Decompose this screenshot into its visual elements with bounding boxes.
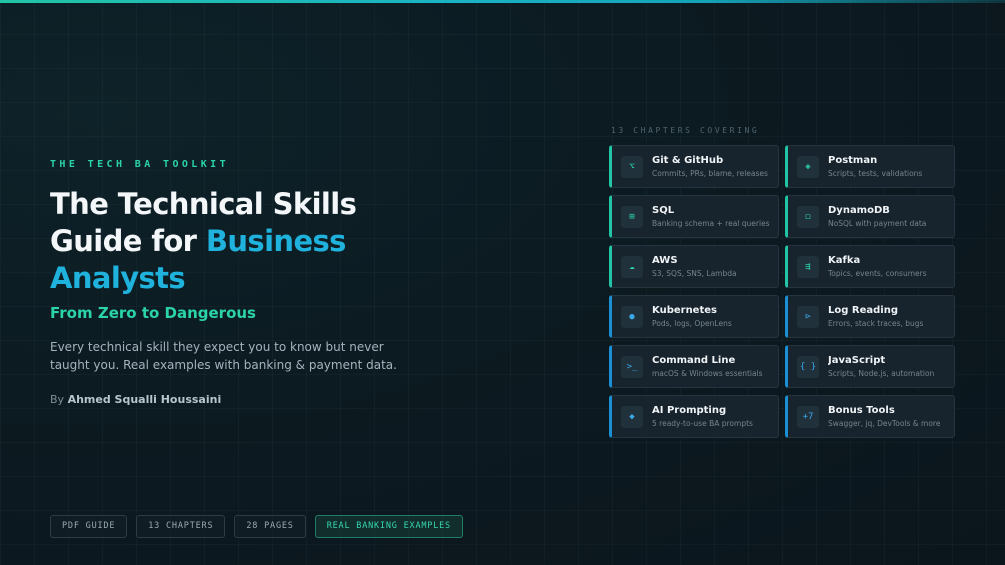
- chapter-title: AI Prompting: [652, 405, 727, 416]
- tag-real-banking-examples: REAL BANKING EXAMPLES: [314, 515, 463, 538]
- chapter-card-bonus-tools[interactable]: +7 Bonus Tools Swagger, jq, DevTools & mor…: [785, 395, 955, 438]
- chapter-card-text: AWS S3, SQS, SNS, Lambda: [652, 255, 737, 278]
- chapter-card-text: Command Line macOS & Windows essentials: [652, 355, 763, 378]
- chapter-card-text: DynamoDB NoSQL with payment data: [828, 205, 926, 228]
- log-icon: ⊳: [797, 305, 819, 328]
- chapter-card-git-github[interactable]: ⌥ Git & GitHub Commits, PRs, blame, releas…: [609, 145, 779, 188]
- chapter-card-text: Bonus Tools Swagger, jq, DevTools & more: [828, 405, 940, 428]
- git-icon: ⌥: [621, 155, 643, 178]
- chapter-card-text: Log Reading Errors, stack traces, bugs: [828, 305, 923, 328]
- top-accent-bar: [0, 0, 1005, 3]
- sparkle-icon: ◆: [621, 405, 643, 428]
- page-title: The Technical Skills Guide for Business …: [50, 186, 450, 297]
- title-line-1: The Technical Skills: [50, 187, 357, 221]
- chapter-title: Bonus Tools: [828, 405, 895, 416]
- eyebrow-label: THE TECH BA TOOLKIT: [50, 159, 229, 170]
- chapter-grid: ⌥ Git & GitHub Commits, PRs, blame, releas…: [609, 145, 955, 438]
- byline-prefix: By: [50, 393, 68, 406]
- chapter-subtitle: Commits, PRs, blame, releases: [652, 169, 768, 178]
- chapter-card-text: JavaScript Scripts, Node.js, automation: [828, 355, 934, 378]
- chapter-subtitle: Scripts, Node.js, automation: [828, 369, 935, 378]
- byline: By Ahmed Squalli Houssaini: [50, 393, 221, 406]
- chapter-card-text: Kubernetes Pods, logs, OpenLens: [652, 305, 732, 328]
- chapter-card-command-line[interactable]: >_ Command Line macOS & Windows essentials: [609, 345, 779, 388]
- chapter-subtitle: Swagger, jq, DevTools & more: [828, 419, 941, 428]
- author-name: Ahmed Squalli Houssaini: [67, 393, 222, 406]
- chapter-subtitle: 5 ready-to-use BA prompts: [652, 419, 753, 428]
- chapter-title: JavaScript: [828, 355, 886, 366]
- chapter-subtitle: Scripts, tests, validations: [828, 169, 923, 178]
- chapter-title: Log Reading: [828, 305, 898, 316]
- chapter-subtitle: NoSQL with payment data: [828, 219, 927, 228]
- chapter-title: Kubernetes: [652, 305, 717, 316]
- chapter-title: DynamoDB: [828, 205, 890, 216]
- chapter-title: SQL: [652, 205, 675, 216]
- code-braces-icon: { }: [797, 355, 819, 378]
- chapter-subtitle: Pods, logs, OpenLens: [652, 319, 732, 328]
- cloud-icon: ☁: [621, 255, 643, 278]
- chapter-card-text: Postman Scripts, tests, validations: [828, 155, 922, 178]
- chapter-card-ai-prompting[interactable]: ◆ AI Prompting 5 ready-to-use BA prompts: [609, 395, 779, 438]
- description: Every technical skill they expect you to…: [50, 340, 397, 372]
- chapter-title: Command Line: [652, 355, 736, 366]
- chapter-subtitle: macOS & Windows essentials: [652, 369, 763, 378]
- chapter-card-sql[interactable]: ⊞ SQL Banking schema + real queries: [609, 195, 779, 238]
- tag-chapters: 13 CHAPTERS: [136, 515, 226, 538]
- tag-pages: 28 PAGES: [234, 515, 306, 538]
- chapter-card-postman[interactable]: ◈ Postman Scripts, tests, validations: [785, 145, 955, 188]
- terminal-icon: >_: [621, 355, 643, 378]
- chapters-label: 13 CHAPTERS COVERING: [611, 126, 760, 135]
- chapter-title: Kafka: [828, 255, 861, 266]
- title-line-3-accent: Analysts: [50, 261, 186, 295]
- chapter-title: Postman: [828, 155, 878, 166]
- subtitle: From Zero to Dangerous: [50, 304, 256, 322]
- kubernetes-icon: ●: [621, 305, 643, 328]
- chapter-card-log-reading[interactable]: ⊳ Log Reading Errors, stack traces, bugs: [785, 295, 955, 338]
- chapter-card-text: AI Prompting 5 ready-to-use BA prompts: [652, 405, 753, 428]
- chapter-card-text: Git & GitHub Commits, PRs, blame, release…: [652, 155, 768, 178]
- chapter-subtitle: Banking schema + real queries: [652, 219, 770, 228]
- table-icon: ⊞: [621, 205, 643, 228]
- plus-seven-icon: +7: [797, 405, 819, 428]
- chapter-card-aws[interactable]: ☁ AWS S3, SQS, SNS, Lambda: [609, 245, 779, 288]
- chapter-card-kubernetes[interactable]: ● Kubernetes Pods, logs, OpenLens: [609, 295, 779, 338]
- chapter-card-text: Kafka Topics, events, consumers: [828, 255, 927, 278]
- chapter-subtitle: Errors, stack traces, bugs: [828, 319, 924, 328]
- chapter-title: Git & GitHub: [652, 155, 724, 166]
- chapter-card-dynamodb[interactable]: ◻ DynamoDB NoSQL with payment data: [785, 195, 955, 238]
- tag-row: PDF GUIDE 13 CHAPTERS 28 PAGES REAL BANK…: [50, 515, 463, 538]
- postman-icon: ◈: [797, 155, 819, 178]
- chapter-card-javascript[interactable]: { } JavaScript Scripts, Node.js, automatio…: [785, 345, 955, 388]
- stream-icon: ⇶: [797, 255, 819, 278]
- tag-pdf-guide: PDF GUIDE: [50, 515, 128, 538]
- chapter-card-kafka[interactable]: ⇶ Kafka Topics, events, consumers: [785, 245, 955, 288]
- title-line-2-accent: Business: [205, 224, 347, 258]
- database-icon: ◻: [797, 205, 819, 228]
- chapter-card-text: SQL Banking schema + real queries: [652, 205, 770, 228]
- chapter-subtitle: S3, SQS, SNS, Lambda: [652, 269, 737, 278]
- title-line-2-prefix: Guide for: [50, 224, 206, 258]
- chapter-title: AWS: [652, 255, 678, 266]
- chapter-subtitle: Topics, events, consumers: [828, 269, 927, 278]
